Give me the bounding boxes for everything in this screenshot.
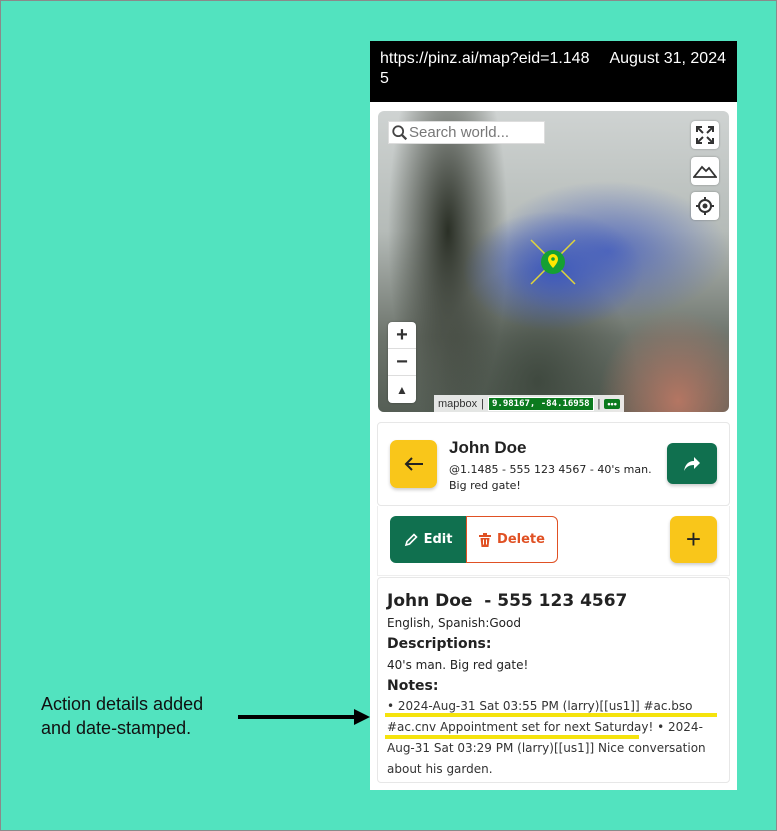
share-button[interactable] <box>667 443 717 484</box>
terrain-icon <box>693 165 717 178</box>
back-button[interactable] <box>390 440 437 488</box>
trash-icon <box>479 532 492 547</box>
annotation-callout: Action details added and date-stamped. <box>41 692 203 740</box>
fullscreen-button[interactable] <box>691 121 719 149</box>
contact-subtitle: @1.1485 - 555 123 4567 - 40's man. Big r… <box>449 463 652 492</box>
edit-label: Edit <box>423 532 453 547</box>
compass-button[interactable]: ▲ <box>388 376 416 403</box>
pencil-icon <box>404 532 418 546</box>
plus-icon: + <box>685 524 702 554</box>
delete-label: Delete <box>497 532 545 547</box>
locate-icon <box>696 197 714 215</box>
highlight-underline-1 <box>385 713 717 717</box>
arrow-left-icon <box>404 457 423 471</box>
zoom-in-button[interactable]: + <box>388 322 416 349</box>
fullscreen-icon <box>696 126 714 144</box>
zoom-controls: + − ▲ <box>388 322 416 403</box>
descriptions-heading: Descriptions: <box>387 636 492 652</box>
detail-title: John Doe - 555 123 4567 <box>387 591 628 611</box>
attribution-separator: | <box>481 397 484 410</box>
highlight-underline-2 <box>385 735 639 739</box>
share-icon <box>684 456 700 471</box>
location-marker-icon[interactable] <box>528 237 578 287</box>
phone-screen: https://pinz.ai/map?eid=1.1485 August 31… <box>370 41 737 790</box>
contact-name: John Doe <box>449 438 527 457</box>
search-input[interactable] <box>409 124 539 141</box>
browser-url[interactable]: https://pinz.ai/map?eid=1.1485 <box>380 49 590 89</box>
delete-button[interactable]: Delete <box>466 516 558 563</box>
detail-languages: English, Spanish:Good <box>387 616 521 630</box>
contact-detail-panel: John Doe - 555 123 4567 English, Spanish… <box>377 577 730 783</box>
coordinates-readout: 9.98167, -84.16958 <box>488 396 594 411</box>
browser-bar: https://pinz.ai/map?eid=1.1485 August 31… <box>370 41 737 102</box>
search-icon <box>392 124 408 140</box>
map-search-box[interactable] <box>388 121 545 144</box>
map-attribution: mapbox | 9.98167, -84.16958 | ••• <box>434 395 624 412</box>
locate-button[interactable] <box>691 192 719 220</box>
map[interactable]: + − ▲ mapbox | 9.98167, -84.16958 | ••• <box>378 111 729 412</box>
contact-card: John Doe @1.1485 - 555 123 4567 - 40's m… <box>377 422 730 506</box>
add-button[interactable]: + <box>670 516 717 563</box>
callout-line-2: and date-stamped. <box>41 718 192 738</box>
action-bar: Edit Delete + <box>377 506 730 576</box>
terrain-button[interactable] <box>691 157 719 185</box>
notes-heading: Notes: <box>387 678 439 694</box>
browser-date: August 31, 2024 <box>609 50 726 67</box>
description-text: 40's man. Big red gate! <box>387 658 529 672</box>
callout-line-1: Action details added <box>41 694 204 714</box>
mapbox-label[interactable]: mapbox <box>438 398 477 410</box>
callout-arrow-icon <box>238 709 370 725</box>
edit-button[interactable]: Edit <box>390 516 466 563</box>
attribution-separator-2: | <box>597 397 601 410</box>
more-button[interactable]: ••• <box>604 398 620 409</box>
compass-icon: ▲ <box>396 382 408 397</box>
zoom-out-button[interactable]: − <box>388 349 416 376</box>
